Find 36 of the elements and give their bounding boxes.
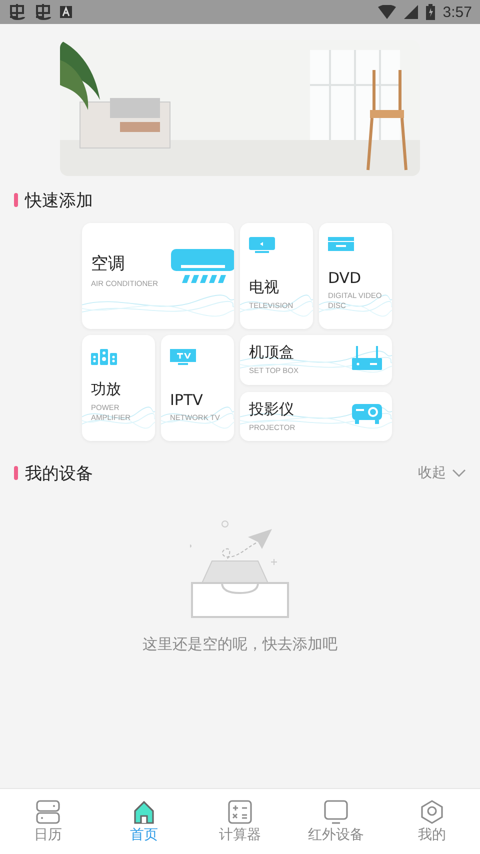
empty-message: 这里还是空的呢，快去添加吧 (142, 635, 338, 654)
device-name: 机顶盒 (249, 343, 295, 362)
monitor-icon (170, 349, 196, 365)
notification-icon (34, 4, 52, 20)
accent-bar (14, 466, 18, 480)
accent-bar (14, 193, 18, 207)
clock-time: 3:57 (442, 4, 472, 20)
nav-tab[interactable]: 计算器 (192, 789, 288, 854)
wifi-icon (378, 5, 396, 19)
device-name: 投影仪 (249, 400, 295, 419)
calculator-icon (228, 800, 252, 824)
profile-icon (420, 800, 444, 824)
device-name: DVD (328, 268, 362, 287)
notification-icon (8, 4, 26, 20)
router-icon (352, 346, 382, 370)
keyboard-icon (60, 6, 72, 18)
device-name: 功放 (91, 380, 122, 399)
television-icon (249, 237, 275, 253)
disc-player-icon (328, 237, 354, 251)
nav-tab[interactable]: 我的 (384, 789, 480, 854)
device-name: 电视 (249, 278, 280, 297)
section-title: 快速添加 (25, 190, 94, 212)
nav-tab[interactable]: 红外设备 (288, 789, 384, 854)
nav-tab[interactable]: 日历 (0, 789, 96, 854)
device-name: IPTV (170, 390, 204, 409)
stacked-panels-icon (36, 800, 60, 824)
device-icon (324, 800, 348, 824)
projector-icon (352, 404, 382, 424)
chevron-down-icon (452, 469, 466, 477)
battery-icon (426, 4, 435, 20)
speaker-icon (91, 349, 117, 365)
device-name: 空调 (91, 253, 126, 276)
section-title: 我的设备 (25, 462, 94, 484)
home-icon (132, 800, 156, 824)
air-conditioner-icon (171, 249, 234, 285)
signal-icon (404, 5, 418, 19)
